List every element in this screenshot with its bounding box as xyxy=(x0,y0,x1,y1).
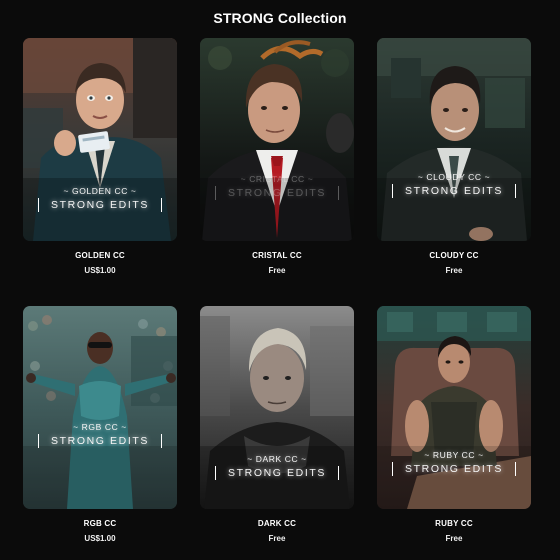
product-overlay: ~ CRISTAL CC ~ STRONG EDITS xyxy=(200,174,354,200)
product-name[interactable]: GOLDEN CC xyxy=(23,251,177,260)
collection-title: STRONG Collection xyxy=(213,10,347,26)
product-price: Free xyxy=(268,266,286,275)
product-thumbnail[interactable]: ~ GOLDEN CC ~ STRONG EDITS xyxy=(23,38,177,241)
product-grid: ~ GOLDEN CC ~ STRONG EDITS GOLDEN CC US$… xyxy=(23,38,537,548)
overlay-brand-label: STRONG EDITS xyxy=(392,184,516,198)
product-card-cloudy[interactable]: ~ CLOUDY CC ~ STRONG EDITS CLOUDY CC Fre… xyxy=(377,38,531,275)
product-card-golden[interactable]: ~ GOLDEN CC ~ STRONG EDITS GOLDEN CC US$… xyxy=(23,38,177,275)
overlay-brand-label: STRONG EDITS xyxy=(38,198,162,212)
product-price: Free xyxy=(445,266,463,275)
product-price: US$1.00 xyxy=(84,534,116,543)
product-name[interactable]: RUBY CC xyxy=(377,519,531,528)
product-thumbnail[interactable]: ~ CLOUDY CC ~ STRONG EDITS xyxy=(377,38,531,241)
collection-page: STRONG Collection ~ GOLDEN CC ~ STRONG E… xyxy=(0,0,560,560)
product-price: US$1.00 xyxy=(84,266,116,275)
product-image xyxy=(377,306,531,509)
product-price: Free xyxy=(268,534,286,543)
product-card-rgb[interactable]: ~ RGB CC ~ STRONG EDITS RGB CC US$1.00 xyxy=(23,306,177,543)
overlay-variant-label: ~ RUBY CC ~ xyxy=(424,450,484,460)
product-price: Free xyxy=(445,534,463,543)
product-thumbnail[interactable]: ~ RUBY CC ~ STRONG EDITS xyxy=(377,306,531,509)
overlay-variant-label: ~ CLOUDY CC ~ xyxy=(417,172,491,182)
product-overlay: ~ CLOUDY CC ~ STRONG EDITS xyxy=(377,172,531,198)
overlay-brand-label: STRONG EDITS xyxy=(38,434,162,448)
overlay-variant-label: ~ CRISTAL CC ~ xyxy=(240,174,314,184)
product-name[interactable]: CRISTAL CC xyxy=(200,251,354,260)
product-overlay: ~ RUBY CC ~ STRONG EDITS xyxy=(377,450,531,476)
product-overlay: ~ RGB CC ~ STRONG EDITS xyxy=(23,422,177,448)
product-image xyxy=(23,306,177,509)
product-card-cristal[interactable]: ~ CRISTAL CC ~ STRONG EDITS CRISTAL CC F… xyxy=(200,38,354,275)
product-name[interactable]: CLOUDY CC xyxy=(377,251,531,260)
overlay-variant-label: ~ RGB CC ~ xyxy=(73,422,127,432)
product-card-ruby[interactable]: ~ RUBY CC ~ STRONG EDITS RUBY CC Free xyxy=(377,306,531,543)
product-image xyxy=(377,38,531,241)
product-name[interactable]: DARK CC xyxy=(200,519,354,528)
overlay-brand-label: STRONG EDITS xyxy=(215,466,339,480)
product-overlay: ~ DARK CC ~ STRONG EDITS xyxy=(200,454,354,480)
product-overlay: ~ GOLDEN CC ~ STRONG EDITS xyxy=(23,186,177,212)
product-name[interactable]: RGB CC xyxy=(23,519,177,528)
product-image xyxy=(200,38,354,241)
product-thumbnail[interactable]: ~ CRISTAL CC ~ STRONG EDITS xyxy=(200,38,354,241)
product-thumbnail[interactable]: ~ RGB CC ~ STRONG EDITS xyxy=(23,306,177,509)
overlay-brand-label: STRONG EDITS xyxy=(392,462,516,476)
product-card-dark[interactable]: ~ DARK CC ~ STRONG EDITS DARK CC Free xyxy=(200,306,354,543)
overlay-variant-label: ~ GOLDEN CC ~ xyxy=(63,186,137,196)
overlay-brand-label: STRONG EDITS xyxy=(215,186,339,200)
product-thumbnail[interactable]: ~ DARK CC ~ STRONG EDITS xyxy=(200,306,354,509)
overlay-variant-label: ~ DARK CC ~ xyxy=(247,454,307,464)
